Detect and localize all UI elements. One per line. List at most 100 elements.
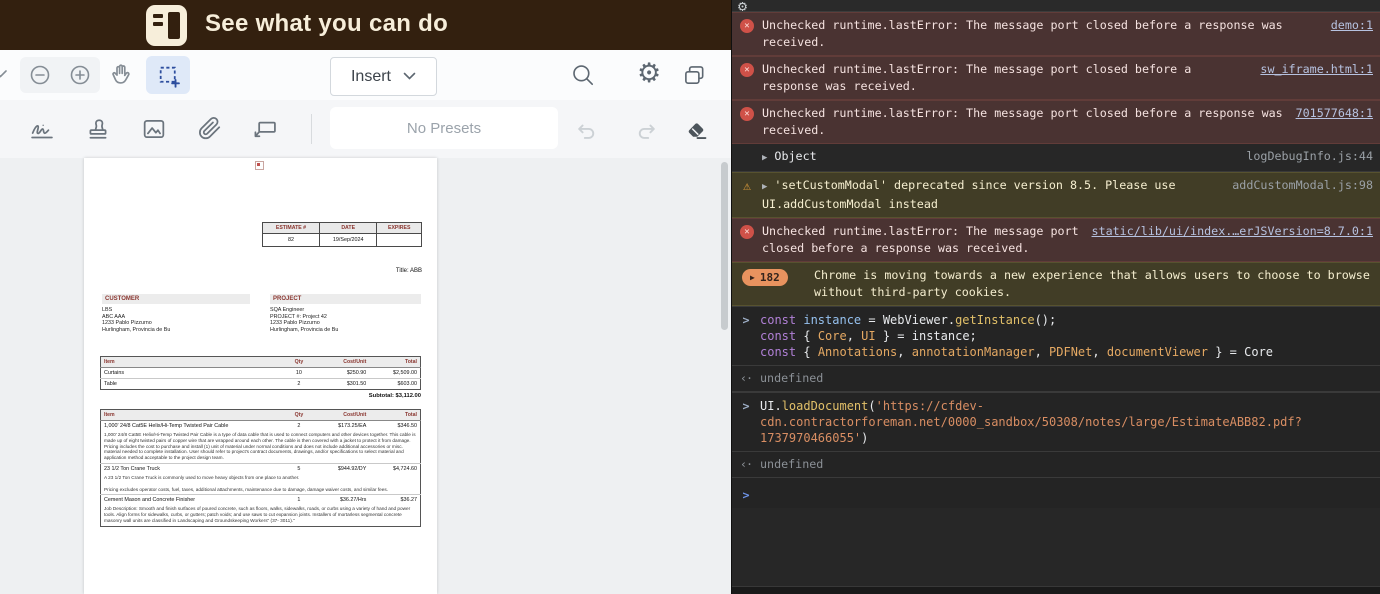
item-name-cell: Curtains [100, 367, 280, 379]
settings-gear-button[interactable]: ⚙ [637, 60, 661, 87]
console-bottom-bar [732, 586, 1380, 594]
console-source-ref[interactable]: logDebugInfo.js:44 [1238, 148, 1380, 165]
estimate-meta-table: ESTIMATE # DATE EXPIRES 82 19/Sep/2024 [262, 222, 422, 247]
devtools-gear-icon[interactable]: ⚙ [738, 0, 747, 11]
item-description-cell: A 23 1/2 Ton Crane Truck is commonly use… [104, 474, 389, 492]
console-message-text: Unchecked runtime.lastError: The message… [762, 224, 1079, 255]
item-qty-cell: 5 [279, 463, 319, 474]
chevron-down-icon [403, 72, 416, 80]
item-cost-cell: $36.27/Hrs [318, 494, 370, 506]
console-source-link[interactable]: sw_iframe.html:1 [1252, 61, 1380, 78]
insert-dropdown[interactable]: Insert [330, 57, 437, 96]
console-error-row: ✕ Unchecked runtime.lastError: The messag… [732, 56, 1380, 100]
callout-tool-button[interactable] [251, 115, 279, 143]
console-result-row: ‹· undefined [732, 366, 1380, 392]
item-description-row: Job Description: Smooth and finish surfa… [101, 505, 421, 526]
signature-tool-button[interactable] [28, 115, 56, 143]
items-header-cell: Qty [279, 409, 319, 421]
item-name-cell: Table [100, 378, 280, 390]
document-viewport[interactable]: ESTIMATE # DATE EXPIRES 82 19/Sep/2024 Title… [0, 158, 731, 594]
redo-button[interactable] [633, 116, 660, 143]
item-cost-cell: $301.50 [318, 378, 370, 390]
attachment-tool-button[interactable] [196, 115, 224, 143]
console-source-link[interactable]: static/lib/ui/index.…erJSVersion=8.7.0:1 [1084, 223, 1380, 240]
item-total-cell: $603.00 [369, 378, 421, 390]
console-source-link[interactable]: demo:1 [1323, 17, 1380, 34]
item-description-row: A 23 1/2 Ton Crane Truck is commonly use… [101, 474, 421, 495]
error-icon: ✕ [740, 63, 754, 77]
table-row: Table 2 $301.50 $603.00 [100, 378, 421, 390]
item-total-cell: $346.50 [369, 420, 421, 431]
console-input-chevron: > [742, 399, 750, 413]
item-description-cell: Job Description: Smooth and finish surfa… [104, 506, 411, 523]
promo-banner: See what you can do [0, 0, 731, 50]
items-header-cell: Qty [279, 356, 319, 368]
gear-icon: ⚙ [637, 58, 662, 88]
marquee-select-button[interactable] [146, 56, 190, 94]
banner-title: See what you can do [205, 10, 449, 37]
console-result-arrow: ‹· [739, 371, 753, 385]
item-total-cell: $36.27 [369, 494, 421, 506]
expand-triangle-icon[interactable]: ▶ [762, 153, 767, 163]
console-message-text: Unchecked runtime.lastError: The message… [762, 62, 1192, 93]
items-header-cell: Total [369, 409, 421, 421]
toolbar-annotate: No Presets [0, 100, 731, 159]
zoom-in-button[interactable] [68, 63, 92, 87]
zoom-controls [20, 57, 100, 93]
item-cost-cell: $944.92/DY [318, 463, 370, 474]
item-cost-cell: $173.25/EA [318, 420, 370, 431]
console-message-text: Object [774, 149, 817, 163]
estimate-value-cell: 19/Sep/2024 [318, 233, 378, 247]
console-input-code[interactable]: UI.loadDocument('https://cfdev-cdn.contr… [760, 398, 1380, 446]
item-name-cell: 1,000' 24/8 Cat5E Helix/Hi-Temp Twisted … [100, 420, 280, 431]
table-row: Curtains 10 $250.90 $2,509.00 [100, 367, 421, 379]
console-prompt-input[interactable] [760, 487, 1380, 503]
items-header-cell: Item [100, 356, 280, 368]
search-button[interactable] [570, 62, 596, 88]
console-prompt-chevron: > [742, 488, 750, 502]
error-icon: ✕ [740, 225, 754, 239]
pan-hand-button[interactable] [108, 61, 135, 88]
item-cost-cell: $250.90 [318, 367, 370, 379]
item-description-cell: 1,000' 24/8 Cat5E Helix/Hi-Temp Twisted … [104, 432, 416, 461]
image-tool-button[interactable] [140, 115, 168, 143]
item-qty-cell: 10 [279, 367, 319, 379]
console-input-chevron: > [742, 313, 750, 327]
zoom-out-button[interactable] [28, 63, 52, 87]
item-qty-cell: 1 [279, 494, 319, 506]
project-lines: SQA Engineer PROJECT #: Project 42 1233 … [270, 307, 339, 333]
error-icon: ✕ [740, 107, 754, 121]
console-result-value: undefined [760, 371, 824, 385]
repeat-count-badge[interactable]: ▶ 182 [742, 269, 788, 286]
eraser-button[interactable] [683, 116, 710, 143]
item-name-cell: Cement Mason and Concrete Finisher [100, 494, 280, 506]
console-source-link[interactable]: 701577648:1 [1288, 105, 1380, 122]
chevron-down-icon[interactable] [0, 68, 8, 80]
viewer-scrollbar[interactable] [721, 162, 728, 330]
preset-display[interactable]: No Presets [330, 107, 558, 149]
expand-triangle-icon[interactable]: ▶ [762, 182, 767, 192]
error-icon: ✕ [740, 19, 754, 33]
items-header-cell: Cost/Unit [318, 356, 370, 368]
estimate-header-cell: EXPIRES [376, 222, 422, 234]
item-qty-cell: 2 [279, 378, 319, 390]
preset-label: No Presets [406, 119, 482, 137]
estimate-value-cell: 82 [262, 233, 320, 247]
console-error-row: ✕ Unchecked runtime.lastError: The messag… [732, 218, 1380, 262]
console-log-row: ▶ Object logDebugInfo.js:44 [732, 144, 1380, 172]
items-table-2: Item Qty Cost/Unit Total 1,000' 24/8 Cat5E H… [100, 409, 421, 527]
undo-button[interactable] [573, 116, 600, 143]
warning-icon: ⚠ [743, 179, 751, 194]
customer-section: CUSTOMER LBS ABC AAA 1233 Pablo Pizzurno… [102, 294, 250, 333]
panels-toggle-button[interactable] [681, 62, 707, 88]
items-header-cell: Item [100, 409, 280, 421]
stamp-tool-button[interactable] [84, 115, 112, 143]
console-input-code[interactable]: const instance = WebViewer.getInstance()… [760, 312, 1380, 360]
console-source-ref[interactable]: addCustomModal.js:98 [1224, 177, 1380, 194]
item-name-cell: 23 1/2 Ton Crane Truck [100, 463, 280, 474]
item-total-cell: $2,509.00 [369, 367, 421, 379]
console-input-row: > const instance = WebViewer.getInstance(… [732, 306, 1380, 366]
customer-lines: LBS ABC AAA 1233 Pablo Pizzurno Hurlingh… [102, 307, 171, 333]
expand-triangle-icon: ▶ [750, 273, 755, 282]
console-count-row: ▶ 182 Chrome is moving towards a new exper… [732, 262, 1380, 306]
